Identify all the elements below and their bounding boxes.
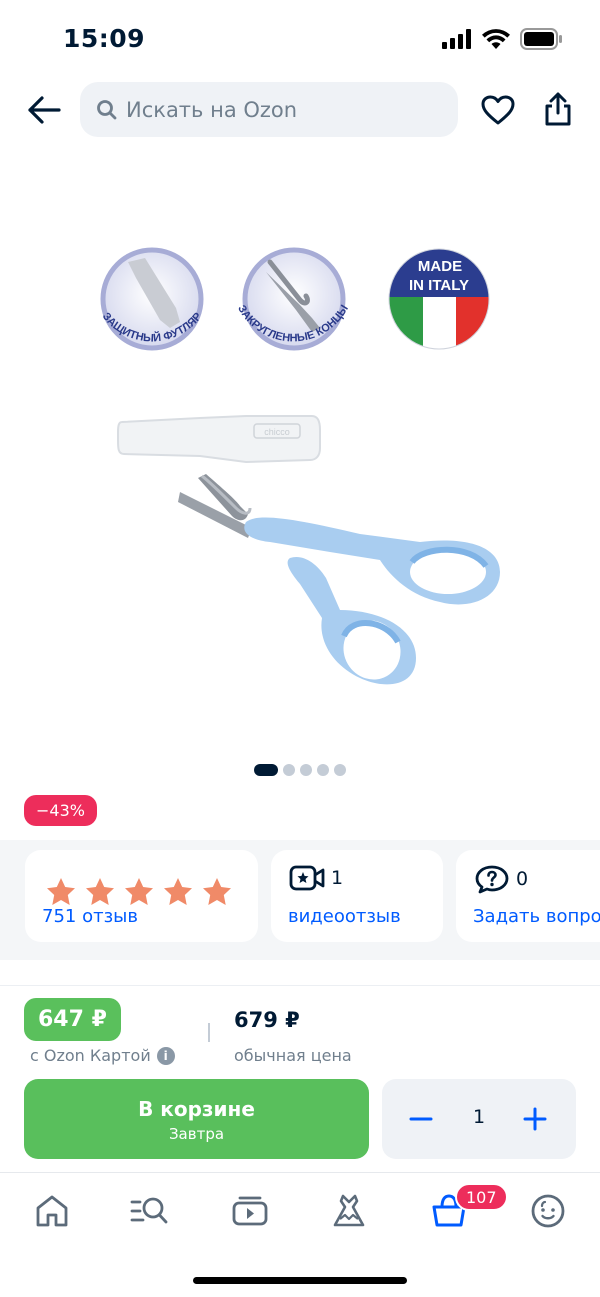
star-icon [47,878,75,905]
arrow-left-icon [28,96,61,124]
battery-icon [520,28,562,50]
nav-fashion[interactable] [324,1189,374,1233]
cellular-signal-icon [442,29,471,49]
video-review-link[interactable]: видеоотзыв [288,906,401,927]
gallery-pagination[interactable] [254,764,346,776]
heart-icon [481,95,515,125]
plus-icon [523,1107,547,1131]
delivery-label: Завтра [168,1125,225,1143]
star-icon [125,878,153,905]
protective-case-image: chicco [117,415,321,464]
made-in-italy-badge: MADE IN ITALY [388,248,490,350]
product-image: ЗАЩИТНЫЙ ФУТЛЯР ЗАКРУГЛЕННЫЕ КОНЦЫ MADE … [100,247,500,685]
decrease-quantity-button[interactable] [399,1097,443,1141]
case-logo: chicco [264,427,290,437]
price-divider [208,1023,210,1042]
video-icon [232,1196,268,1226]
pagination-dot[interactable] [283,764,295,776]
header: Искать на Ozon [0,80,600,140]
in-cart-label: В корзине [138,1097,255,1121]
nav-catalog[interactable] [124,1189,174,1233]
regular-price-caption: обычная цена [234,1046,352,1065]
ozon-card-caption: с Ozon Картой [30,1046,151,1065]
info-icon[interactable]: i [156,1046,175,1065]
nav-home[interactable] [27,1189,77,1233]
star-icon [203,878,231,905]
home-icon [36,1195,68,1227]
video-review-count-row: 1 [289,864,343,892]
ozon-card-price: 647 ₽ [24,998,121,1041]
info-cards-row: 751 отзыв 1 видеоотзыв 0 Задать вопрос [0,840,600,960]
nav-profile[interactable] [523,1189,573,1233]
rating-stars [45,876,233,908]
back-button[interactable] [24,90,64,130]
product-image-gallery[interactable]: ЗАЩИТНЫЙ ФУТЛЯР ЗАКРУГЛЕННЫЕ КОНЦЫ MADE … [0,150,600,760]
video-camera-icon [289,865,325,891]
search-placeholder: Искать на Ozon [126,97,298,122]
quantity-value: 1 [472,1106,486,1128]
status-time: 15:09 [63,24,146,53]
share-button[interactable] [538,88,578,130]
pagination-dot[interactable] [300,764,312,776]
questions-count: 0 [516,868,529,890]
protective-case-badge: ЗАЩИТНЫЙ ФУТЛЯР [100,247,204,351]
pagination-dot[interactable] [334,764,346,776]
ozon-card-caption-row: с Ozon Картой i [30,1046,175,1065]
video-review-count: 1 [331,867,344,889]
questions-card[interactable]: 0 Задать вопрос [456,850,600,942]
reviews-link[interactable]: 751 отзыв [42,906,138,927]
wifi-icon [482,29,510,49]
cart-count-badge: 107 [455,1183,508,1211]
price-and-cart-panel: 647 ₽ с Ozon Картой i 679 ₽ обычная цена… [0,985,600,1175]
minus-icon [409,1117,433,1121]
home-indicator[interactable] [193,1277,407,1284]
in-cart-button[interactable]: В корзине Завтра [24,1079,369,1159]
scissors-image [178,474,500,685]
profile-icon [531,1194,565,1228]
discount-badge: −43% [24,795,97,826]
share-icon [545,92,571,126]
regular-price: 679 ₽ [234,1008,300,1032]
favorite-button[interactable] [478,90,518,130]
status-bar: 15:09 [0,0,600,80]
nav-video[interactable] [225,1189,275,1233]
pagination-dot[interactable] [317,764,329,776]
fashion-icon [333,1194,365,1227]
quantity-stepper[interactable]: 1 [382,1079,576,1159]
increase-quantity-button[interactable] [513,1097,557,1141]
questions-count-row: 0 [474,864,528,894]
status-icons [442,28,562,50]
question-bubble-icon [475,865,509,894]
star-icon [164,878,192,905]
made-in-line1: MADE [418,258,462,275]
search-input[interactable]: Искать на Ozon [80,82,458,137]
pagination-dot-active[interactable] [254,764,278,776]
rounded-tips-badge: ЗАКРУГЛЕННЫЕ КОНЦЫ [235,247,351,351]
rating-card[interactable]: 751 отзыв [25,850,258,942]
made-in-line2: IN ITALY [409,277,469,294]
catalog-search-icon [130,1197,168,1224]
search-icon [97,99,117,119]
video-review-card[interactable]: 1 видеоотзыв [271,850,443,942]
ask-question-link[interactable]: Задать вопрос [473,906,600,927]
star-icon [86,878,114,905]
